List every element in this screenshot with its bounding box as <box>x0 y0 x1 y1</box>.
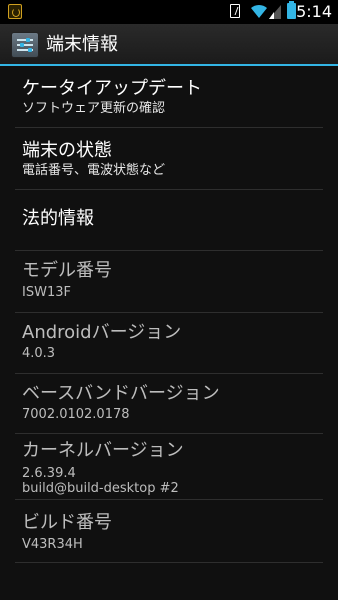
list-item-value: 7002.0102.0178 <box>22 407 130 422</box>
divider <box>15 562 323 563</box>
list-item-value: V43R34H <box>22 537 83 552</box>
list-item-value: 4.0.3 <box>22 346 56 361</box>
list-item-title: ビルド番号 <box>22 512 112 533</box>
status-clock: 5:14 <box>296 2 332 21</box>
list-item-title: カーネルバージョン <box>22 440 184 461</box>
battery-icon <box>287 1 296 19</box>
sim-icon <box>230 4 240 18</box>
list-item-summary: ソフトウェア更新の確認 <box>22 101 166 116</box>
list-item-system-update[interactable]: ケータイアップデート ソフトウェア更新の確認 <box>0 66 338 126</box>
list-item-summary: 電話番号、電波状態など <box>22 163 166 178</box>
list-item-title: Androidバージョン <box>22 322 182 343</box>
list-item-value-line2: build@build-desktop #2 <box>22 481 179 496</box>
wifi-icon <box>251 4 267 18</box>
status-bar: 5:14 <box>0 0 338 24</box>
list-item-title: 法的情報 <box>22 208 94 229</box>
list-item-value: ISW13F <box>22 285 71 300</box>
page-title: 端末情報 <box>46 34 118 55</box>
list-item-title: ベースバンドバージョン <box>22 383 220 404</box>
list-item-legal-info[interactable]: 法的情報 <box>0 190 338 249</box>
list-item-value: 2.6.39.4 <box>22 466 76 481</box>
action-bar: 端末情報 <box>0 24 338 66</box>
list-item-model-number: モデル番号 ISW13F <box>0 251 338 311</box>
signal-icon <box>269 5 281 19</box>
list-item-baseband-version: ベースバンドバージョン 7002.0102.0178 <box>0 374 338 434</box>
list-item-status[interactable]: 端末の状態 電話番号、電波状態など <box>0 128 338 188</box>
list-item-title: モデル番号 <box>22 260 112 281</box>
list-item-title: 端末の状態 <box>22 140 112 161</box>
list-item-title: ケータイアップデート <box>22 78 202 99</box>
notification-app-icon <box>8 4 22 19</box>
list-item-android-version: Androidバージョン 4.0.3 <box>0 313 338 373</box>
list-item-build-number: ビルド番号 V43R34H <box>0 500 338 562</box>
settings-icon[interactable] <box>11 32 39 58</box>
